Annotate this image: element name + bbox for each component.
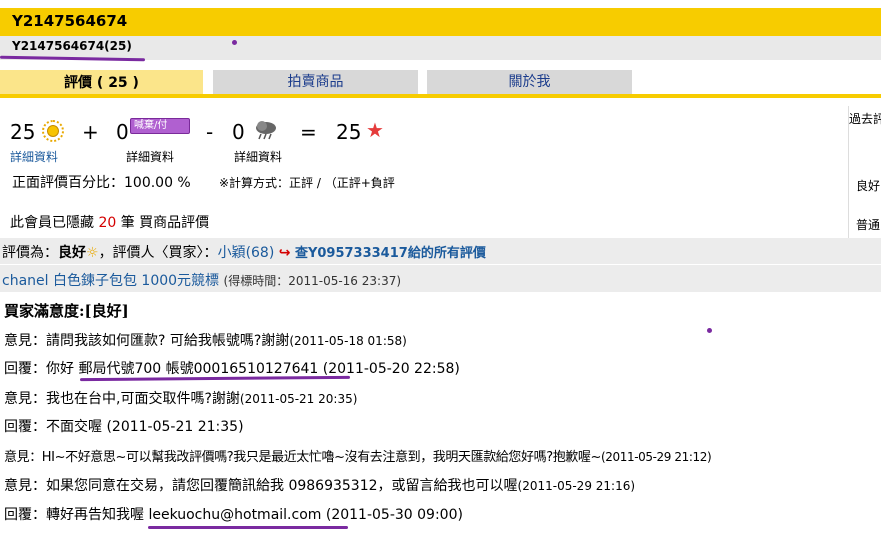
- message-time: (2011-05-30 09:00): [325, 507, 463, 523]
- rain-cloud-icon: [256, 121, 276, 140]
- message-6: 意見：如果您同意在交易，請您回覆簡訊給我 0986935312，或留言給我也可以…: [4, 475, 635, 495]
- cancel-badge-icon: 喊棄/付: [130, 118, 190, 134]
- arrow-icon: ↪: [278, 245, 291, 261]
- message-text: 意見：我也在台中,可面交取件嗎?謝謝: [4, 391, 240, 407]
- small-sun-icon: ☼: [86, 245, 99, 261]
- hidden-prefix: 此會員已隱藏: [10, 215, 94, 231]
- message-text: 回覆：你好 郵局代號700 帳號00016510127641: [4, 361, 323, 377]
- positive-percentage: 正面評價百分比：100.00 %: [12, 175, 191, 191]
- cancel-detail-link[interactable]: 詳細資料: [126, 148, 174, 165]
- good-label: 良好: [856, 179, 881, 193]
- past-feedback-label: 過去評: [849, 112, 881, 126]
- normal-label: 普通: [856, 218, 881, 232]
- all-feedback-link[interactable]: 查Y0957333417給的所有評價: [295, 246, 486, 261]
- negative-detail-link[interactable]: 詳細資料: [234, 148, 282, 165]
- rater-prefix: ，評價人〈買家〉：: [98, 245, 218, 261]
- message-time: (2011-05-20 22:58): [322, 361, 460, 377]
- message-time: (2011-05-29 21:16): [517, 479, 636, 493]
- annotation-underline-email: [148, 526, 348, 529]
- calculation-note: ※計算方式：正評 / （正評+負評: [219, 176, 395, 190]
- message-3: 意見：我也在台中,可面交取件嗎?謝謝(2011-05-21 20:35): [4, 388, 357, 408]
- minus-sign: -: [206, 120, 214, 144]
- history-panel: 過去評 良好 普通: [848, 106, 881, 238]
- positive-count: 25: [10, 120, 36, 144]
- plus-sign: +: [82, 120, 99, 144]
- hidden-suffix: 筆 買商品評價: [120, 215, 210, 231]
- buyer-satisfaction: 買家滿意度:[良好]: [4, 302, 129, 320]
- cancel-count: 0: [116, 120, 129, 144]
- message-time: (2011-05-21 20:35): [239, 392, 358, 406]
- annotation-dot: [707, 328, 712, 333]
- user-id-label: Y2147564674(25): [12, 39, 132, 53]
- message-text: 意見：HI~不好意思~可以幫我改評價嗎?我只是最近太忙嚕~沒有去注意到，我明天匯…: [4, 450, 601, 465]
- negative-count: 0: [232, 120, 245, 144]
- user-subbar: Y2147564674(25): [0, 36, 881, 60]
- total-count: 25: [336, 120, 362, 144]
- item-win-time: (得標時間：2011-05-16 23:37): [223, 274, 402, 288]
- item-line: chanel 白色鍊子包包 1000元競標 (得標時間：2011-05-16 2…: [2, 270, 401, 290]
- equals-sign: =: [300, 120, 317, 144]
- tab-about[interactable]: 關於我: [427, 70, 632, 94]
- message-text: 意見：如果您同意在交易，請您回覆簡訊給我 0986935312，或留言給我也可以…: [4, 478, 518, 494]
- rating-line: 評價為：良好☼，評價人〈買家〉：小穎(68) ↪ 查Y0957333417給的所…: [2, 242, 486, 262]
- annotation-dot: [232, 40, 237, 45]
- rating-value: 良好: [58, 245, 86, 261]
- tab-products[interactable]: 拍賣商品: [213, 70, 418, 94]
- message-text: 回覆：轉好再告知我喔 leekuochu@hotmail.com: [4, 507, 326, 523]
- message-time: (2011-05-21 21:35): [106, 419, 244, 435]
- positive-detail-link[interactable]: 詳細資料: [10, 148, 58, 165]
- page-title: Y2147564674: [12, 12, 128, 30]
- message-7: 回覆：轉好再告知我喔 leekuochu@hotmail.com (2011-0…: [4, 504, 463, 524]
- rating-prefix: 評價為：: [2, 245, 58, 261]
- message-text: 回覆：不面交喔: [4, 419, 107, 435]
- star-icon: ★: [366, 118, 384, 142]
- header-bar: Y2147564674: [0, 8, 881, 36]
- hidden-count: 20: [98, 215, 117, 231]
- item-row: chanel 白色鍊子包包 1000元競標 (得標時間：2011-05-16 2…: [0, 264, 881, 292]
- feedback-summary: 25 + 0 喊棄/付 - 0 = 25 ★ 詳細資料 詳細資料 詳細資料 正面…: [0, 98, 848, 238]
- message-5: 意見：HI~不好意思~可以幫我改評價嗎?我只是最近太忙嚕~沒有去注意到，我明天匯…: [4, 446, 712, 465]
- message-time: (2011-05-29 21:12): [600, 450, 712, 464]
- sun-icon: [42, 120, 64, 142]
- item-title-link[interactable]: chanel 白色鍊子包包 1000元競標: [2, 273, 219, 289]
- message-text: 意見：請問我該如何匯款? 可給我帳號嗎?謝謝: [4, 333, 290, 349]
- rater-count: (68): [245, 245, 275, 261]
- message-4: 回覆：不面交喔 (2011-05-21 21:35): [4, 416, 244, 436]
- hidden-feedback-note: 此會員已隱藏 20 筆 買商品評價: [10, 212, 209, 232]
- message-1: 意見：請問我該如何匯款? 可給我帳號嗎?謝謝(2011-05-18 01:58): [4, 330, 407, 350]
- rater-link[interactable]: 小穎: [218, 245, 246, 261]
- message-2: 回覆：你好 郵局代號700 帳號00016510127641 (2011-05-…: [4, 358, 460, 378]
- rating-row: 評價為：良好☼，評價人〈買家〉：小穎(68) ↪ 查Y0957333417給的所…: [0, 238, 881, 264]
- message-time: (2011-05-18 01:58): [289, 334, 407, 348]
